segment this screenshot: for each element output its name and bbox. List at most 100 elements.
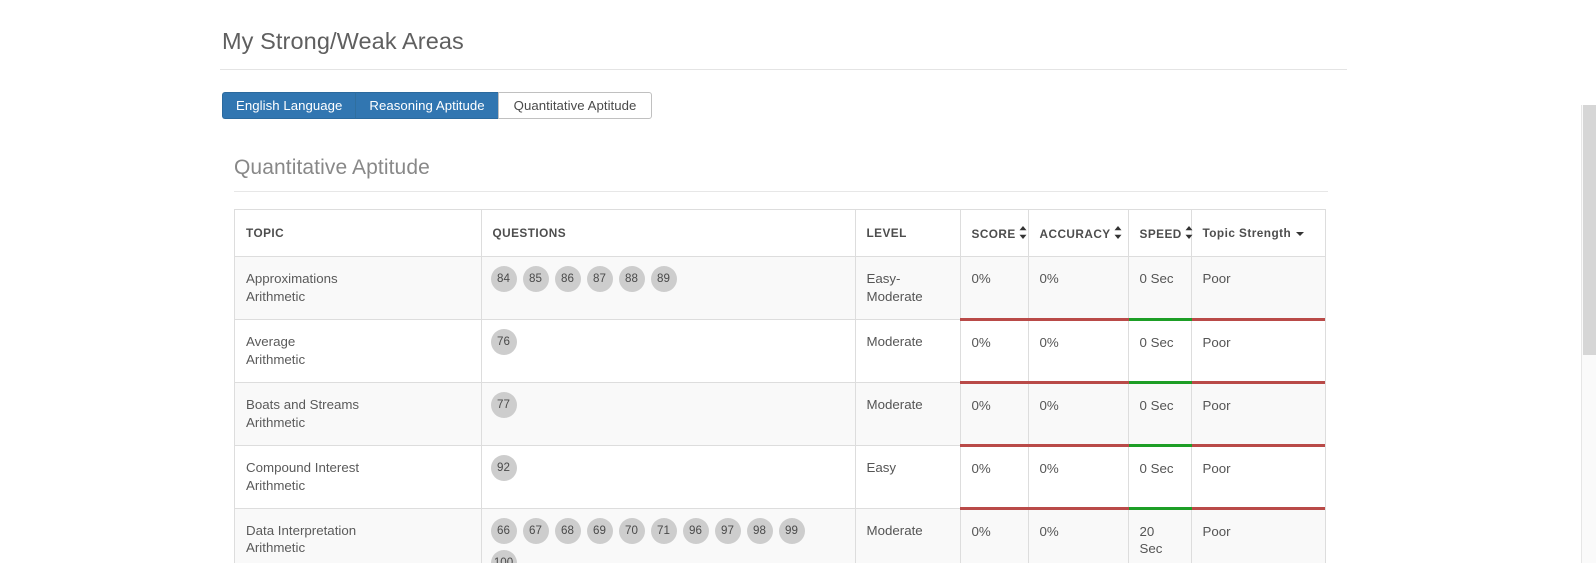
tab-reasoning-aptitude[interactable]: Reasoning Aptitude: [355, 92, 498, 119]
topic-category: Arithmetic: [246, 351, 306, 367]
question-badge[interactable]: 68: [554, 517, 581, 544]
column-header-topic-strength[interactable]: Topic Strength: [1191, 210, 1325, 257]
question-badge[interactable]: 69: [586, 517, 613, 544]
cell-accuracy: 0%: [1028, 508, 1129, 563]
table-row: Boats and Streams Arithmetic 77 Moderate 0% 0…: [235, 382, 1325, 447]
table-row: Approximations Arithmetic 84 85 86 87 88 89 Easy…: [235, 256, 1325, 321]
question-badge[interactable]: 87: [586, 266, 613, 292]
column-header-label: SPEED: [1139, 227, 1182, 241]
column-header-accuracy[interactable]: ACCURACY: [1028, 210, 1129, 257]
cell-questions: 76: [481, 319, 856, 383]
cell-topic: Average Arithmetic: [235, 319, 482, 383]
cell-score: 0%: [960, 382, 1029, 447]
cell-topic: Data Interpretation Arithmetic: [235, 508, 482, 563]
tab-english-language[interactable]: English Language: [222, 92, 356, 119]
cell-speed: 20 Sec: [1128, 508, 1192, 563]
cell-score: 0%: [960, 445, 1029, 510]
cell-speed: 0 Sec: [1128, 382, 1192, 447]
table-row: Compound Interest Arithmetic 92 Easy 0% 0% 0 S…: [235, 445, 1325, 510]
sort-updown-icon[interactable]: [1019, 226, 1027, 239]
tab-quantitative-aptitude[interactable]: Quantitative Aptitude: [497, 92, 653, 119]
question-badge[interactable]: 67: [522, 517, 549, 544]
cell-questions: 77: [481, 382, 856, 446]
question-badge-list: 66 67 68 69 70 71 96 97 98 99 100: [490, 517, 831, 563]
question-badge[interactable]: 89: [650, 266, 677, 292]
question-badge[interactable]: 96: [682, 517, 709, 544]
cell-speed: 0 Sec: [1128, 256, 1192, 321]
tab-label: English Language: [236, 97, 343, 113]
topics-table-body: Approximations Arithmetic 84 85 86 87 88 89 Easy…: [235, 256, 1325, 563]
section-divider: [234, 191, 1328, 192]
cell-questions: 66 67 68 69 70 71 96 97 98 99 100: [481, 508, 856, 563]
topic-name: Boats and Streams: [246, 396, 360, 412]
caret-down-icon[interactable]: [1296, 231, 1305, 236]
cell-accuracy: 0%: [1028, 319, 1129, 384]
question-badge[interactable]: 92: [490, 454, 517, 481]
section-title: Quantitative Aptitude: [234, 156, 430, 179]
cell-questions: 84 85 86 87 88 89: [481, 256, 856, 320]
cell-level: Moderate: [855, 382, 961, 446]
title-divider: [220, 69, 1347, 70]
cell-accuracy: 0%: [1028, 256, 1129, 321]
question-badge[interactable]: 88: [618, 266, 645, 292]
table-row: Average Arithmetic 76 Moderate 0% 0% 0 Sec Poor: [235, 319, 1325, 384]
question-badge[interactable]: 85: [522, 266, 549, 292]
cell-level: Moderate: [855, 319, 961, 383]
cell-score: 0%: [960, 508, 1029, 563]
question-badge[interactable]: 100: [490, 549, 517, 563]
column-header-topic: TOPIC: [235, 210, 482, 257]
question-badge[interactable]: 70: [618, 517, 645, 544]
column-header-level: LEVEL: [855, 210, 961, 257]
page-scrollbar[interactable]: [1581, 105, 1596, 563]
question-badge[interactable]: 97: [714, 517, 741, 544]
question-badge-list: 92: [490, 454, 831, 481]
sort-updown-icon[interactable]: [1114, 226, 1122, 239]
strong-weak-areas-page: My Strong/Weak Areas English Language Rea…: [0, 0, 1596, 563]
category-tabs: English Language Reasoning Aptitude Quanti…: [222, 92, 653, 119]
cell-level: Easy-Moderate: [855, 256, 961, 320]
cell-topic: Boats and Streams Arithmetic: [235, 382, 482, 446]
topic-category: Arithmetic: [246, 477, 306, 493]
cell-score: 0%: [960, 256, 1029, 321]
question-badge[interactable]: 76: [490, 328, 517, 355]
tab-label: Quantitative Aptitude: [513, 97, 637, 113]
topics-table-container: TOPIC QUESTIONS LEVEL SCORE ACCURACY SPEED Top…: [234, 209, 1326, 563]
column-header-speed[interactable]: SPEED: [1128, 210, 1193, 257]
question-badge[interactable]: 71: [650, 517, 677, 544]
cell-score: 0%: [960, 319, 1029, 384]
sort-updown-icon[interactable]: [1185, 226, 1193, 239]
column-header-score[interactable]: SCORE: [960, 210, 1029, 257]
topic-name: Compound Interest: [246, 459, 360, 475]
column-header-questions: QUESTIONS: [481, 210, 856, 257]
cell-questions: 92: [481, 445, 856, 509]
question-badge[interactable]: 86: [554, 266, 581, 292]
tab-label: Reasoning Aptitude: [369, 97, 485, 113]
table-row: Data Interpretation Arithmetic 66 67 68 69 70 7…: [235, 508, 1325, 563]
question-badge-list: 77: [490, 391, 831, 418]
cell-level: Easy: [855, 445, 961, 509]
column-header-label: Topic Strength: [1202, 226, 1292, 240]
topic-name: Data Interpretation: [246, 522, 357, 538]
table-header-row: TOPIC QUESTIONS LEVEL SCORE ACCURACY SPEED Top…: [235, 210, 1325, 257]
cell-accuracy: 0%: [1028, 445, 1129, 510]
cell-level: Moderate: [855, 508, 961, 563]
question-badge[interactable]: 99: [778, 517, 805, 544]
page-scrollbar-thumb[interactable]: [1583, 105, 1596, 355]
question-badge[interactable]: 77: [490, 391, 517, 418]
cell-topic: Compound Interest Arithmetic: [235, 445, 482, 509]
question-badge[interactable]: 98: [746, 517, 773, 544]
column-header-label: QUESTIONS: [492, 226, 567, 240]
question-badge[interactable]: 66: [490, 517, 517, 544]
column-header-label: TOPIC: [246, 226, 285, 240]
cell-topic-strength: Poor: [1191, 508, 1325, 563]
column-header-label: LEVEL: [866, 226, 907, 240]
question-badge[interactable]: 84: [490, 266, 517, 292]
question-badge-list: 84 85 86 87 88 89: [490, 266, 831, 292]
topic-category: Arithmetic: [246, 414, 306, 430]
cell-topic: Approximations Arithmetic: [235, 256, 482, 320]
cell-topic-strength: Poor: [1191, 382, 1325, 447]
topic-category: Arithmetic: [246, 288, 306, 304]
cell-topic-strength: Poor: [1191, 445, 1325, 510]
column-header-label: SCORE: [971, 227, 1016, 241]
topic-name: Approximations: [246, 271, 338, 286]
